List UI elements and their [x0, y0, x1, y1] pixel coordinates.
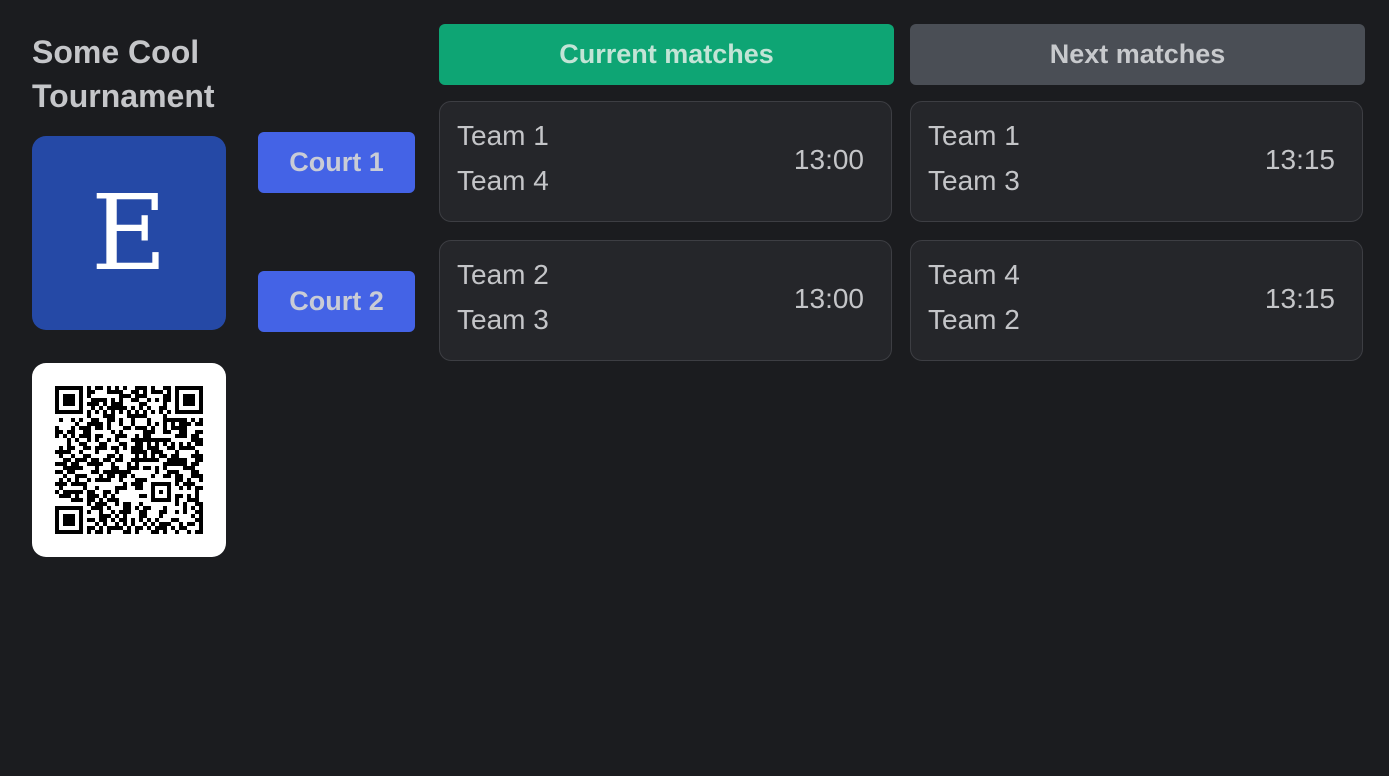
team-home: Team 4: [928, 259, 1020, 290]
match-time: 13:00: [793, 283, 864, 314]
team-away: Team 3: [457, 304, 549, 335]
team-away: Team 2: [928, 304, 1020, 335]
team-home: Team 1: [457, 120, 549, 151]
team-home: Team 2: [457, 259, 549, 290]
tab-next-matches[interactable]: Next matches: [910, 24, 1365, 85]
team-away: Team 4: [457, 165, 549, 196]
qr-code: [32, 363, 226, 557]
current-match-court-1[interactable]: Team 1 Team 4 13:00: [439, 101, 892, 222]
team-home: Team 1: [928, 120, 1020, 151]
current-match-court-2[interactable]: Team 2 Team 3 13:00: [439, 240, 892, 361]
tournament-logo: E: [32, 136, 226, 330]
logo-letter: E: [91, 172, 167, 294]
court-2-button[interactable]: Court 2: [258, 271, 415, 332]
sidebar: Some Cool Tournament E: [32, 30, 226, 557]
court-1-button[interactable]: Court 1: [258, 132, 415, 193]
team-away: Team 3: [928, 165, 1020, 196]
match-time: 13:15: [1264, 144, 1335, 175]
next-match-court-2[interactable]: Team 4 Team 2 13:15: [910, 240, 1363, 361]
tab-current-matches[interactable]: Current matches: [439, 24, 894, 85]
tournament-title: Some Cool Tournament: [32, 34, 215, 114]
match-time: 13:00: [793, 144, 864, 175]
match-time: 13:15: [1264, 283, 1335, 314]
qr-code-icon: [55, 386, 203, 534]
next-match-court-1[interactable]: Team 1 Team 3 13:15: [910, 101, 1363, 222]
